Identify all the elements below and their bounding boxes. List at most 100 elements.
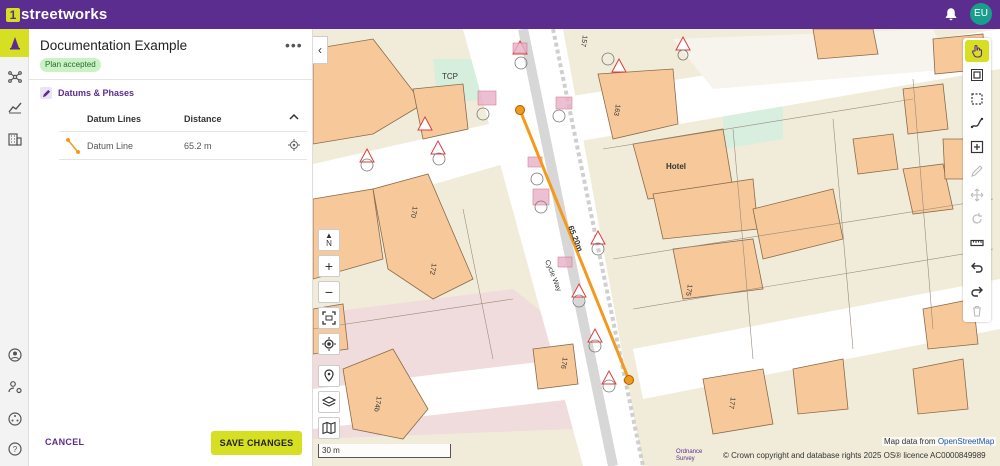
map-pin-icon bbox=[324, 369, 334, 382]
locate-icon[interactable] bbox=[288, 139, 300, 151]
datum-line-name: Datum Line bbox=[87, 141, 134, 151]
map-building bbox=[702, 368, 774, 435]
openstreetmap-link[interactable]: OpenStreetMap bbox=[938, 437, 994, 446]
trash-icon bbox=[973, 305, 981, 317]
map-building bbox=[902, 83, 949, 135]
delete-button[interactable] bbox=[965, 300, 989, 322]
bell-icon[interactable] bbox=[942, 6, 960, 24]
nav-network-item[interactable] bbox=[0, 63, 29, 91]
cancel-button[interactable]: CANCEL bbox=[45, 437, 84, 447]
datums-section-header[interactable]: Datums & Phases bbox=[40, 87, 134, 99]
add-shape-tool[interactable] bbox=[965, 136, 989, 158]
scale-bar: 30 m bbox=[318, 444, 451, 458]
datum-line-icon bbox=[66, 138, 80, 154]
drawing-toolbar bbox=[963, 38, 991, 322]
user-settings-icon bbox=[7, 381, 22, 394]
fit-extent-icon bbox=[322, 311, 336, 325]
nav-profile-item[interactable] bbox=[0, 341, 29, 369]
ordnance-survey-logo: Ordnance Survey bbox=[662, 449, 702, 463]
map-canvas: TCP Hotel 65.20m Cycle Way 157 163 170 1… bbox=[313, 29, 1000, 466]
nav-works-item[interactable] bbox=[0, 29, 29, 57]
help-icon: ? bbox=[7, 442, 22, 456]
undo-button[interactable] bbox=[965, 256, 989, 278]
user-avatar[interactable]: EU bbox=[970, 3, 992, 25]
freehand-line-icon bbox=[970, 117, 984, 129]
undo-icon bbox=[971, 262, 983, 273]
copyright-notice: © Crown copyright and database rights 20… bbox=[723, 451, 986, 460]
dots-circle-icon bbox=[7, 412, 22, 426]
plan-panel: Documentation Example ••• Plan accepted … bbox=[29, 29, 313, 466]
ruler-icon bbox=[970, 239, 984, 247]
box-select-tool[interactable] bbox=[965, 88, 989, 110]
os-logo-line1: Ordnance bbox=[676, 449, 703, 455]
move-tool[interactable] bbox=[965, 184, 989, 206]
os-logo-line2: Survey bbox=[676, 456, 695, 462]
datum-start-handle bbox=[515, 105, 525, 115]
hand-pointer-icon bbox=[971, 44, 983, 58]
map-building bbox=[412, 83, 469, 140]
left-nav-rail: ? bbox=[0, 29, 29, 466]
zoom-out-button[interactable]: − bbox=[318, 281, 340, 303]
building-icon bbox=[7, 133, 22, 146]
draw-line-tool[interactable] bbox=[965, 112, 989, 134]
layers-button[interactable] bbox=[318, 391, 340, 413]
save-changes-button[interactable]: SAVE CHANGES bbox=[211, 431, 302, 455]
place-pin-button[interactable] bbox=[318, 365, 340, 387]
redo-icon bbox=[971, 286, 983, 297]
add-square-icon bbox=[970, 140, 984, 154]
network-icon bbox=[7, 71, 22, 83]
nav-user-settings-item[interactable] bbox=[0, 373, 29, 401]
user-circle-icon bbox=[7, 348, 22, 362]
redo-button[interactable] bbox=[965, 280, 989, 302]
rotate-tool[interactable] bbox=[965, 208, 989, 230]
map-label-hotel: Hotel bbox=[666, 162, 686, 171]
edit-tool[interactable] bbox=[965, 160, 989, 182]
north-label: N bbox=[326, 239, 332, 248]
zoom-in-button[interactable]: + bbox=[318, 255, 340, 277]
nav-more-item[interactable] bbox=[0, 405, 29, 433]
divider bbox=[59, 131, 307, 132]
nav-analytics-item[interactable] bbox=[0, 93, 29, 121]
divider bbox=[59, 159, 307, 160]
pencil-icon bbox=[40, 87, 52, 99]
rotate-icon bbox=[972, 213, 982, 224]
datum-line-distance: 65.2 m bbox=[184, 141, 212, 151]
move-icon bbox=[970, 188, 984, 202]
crosshair-icon bbox=[322, 337, 336, 351]
map-view[interactable]: TCP Hotel 65.20m Cycle Way 157 163 170 1… bbox=[313, 29, 1000, 466]
more-options-button[interactable]: ••• bbox=[285, 37, 303, 53]
analytics-icon bbox=[7, 102, 22, 114]
column-header-distance: Distance bbox=[184, 114, 222, 124]
chevron-up-icon[interactable] bbox=[288, 112, 300, 122]
logo-wordmark: streetworks bbox=[21, 6, 108, 23]
map-building bbox=[812, 29, 879, 60]
basemap-button[interactable] bbox=[318, 417, 340, 439]
section-title: Datums & Phases bbox=[58, 88, 135, 98]
datum-end-handle bbox=[624, 375, 634, 385]
select-tool[interactable] bbox=[965, 64, 989, 86]
page-title: Documentation Example bbox=[40, 38, 188, 53]
top-bar: 1 streetworks EU bbox=[0, 0, 1000, 29]
map-building bbox=[792, 358, 849, 415]
collapse-panel-button[interactable]: ‹ bbox=[313, 36, 328, 64]
my-location-button[interactable] bbox=[318, 333, 340, 355]
map-building bbox=[912, 358, 969, 415]
nav-help-item[interactable]: ? bbox=[0, 435, 29, 463]
cone-icon bbox=[9, 37, 20, 50]
map-building bbox=[852, 133, 899, 175]
svg-text:?: ? bbox=[12, 445, 17, 454]
column-header-lines: Datum Lines bbox=[87, 114, 142, 124]
layers-icon bbox=[322, 396, 336, 407]
pan-tool[interactable] bbox=[965, 40, 989, 62]
map-building bbox=[532, 343, 579, 390]
measure-tool[interactable] bbox=[965, 232, 989, 254]
compass-north-button[interactable]: ▲ N bbox=[318, 229, 340, 251]
nav-organisation-item[interactable] bbox=[0, 125, 29, 153]
app-logo[interactable]: 1 streetworks bbox=[6, 6, 107, 23]
divider bbox=[29, 79, 313, 80]
dashed-select-icon bbox=[971, 93, 983, 105]
pencil-icon bbox=[971, 165, 983, 177]
select-box-icon bbox=[971, 69, 983, 81]
fit-extent-button[interactable] bbox=[318, 307, 340, 329]
attribution-prefix: Map data from bbox=[884, 437, 938, 446]
